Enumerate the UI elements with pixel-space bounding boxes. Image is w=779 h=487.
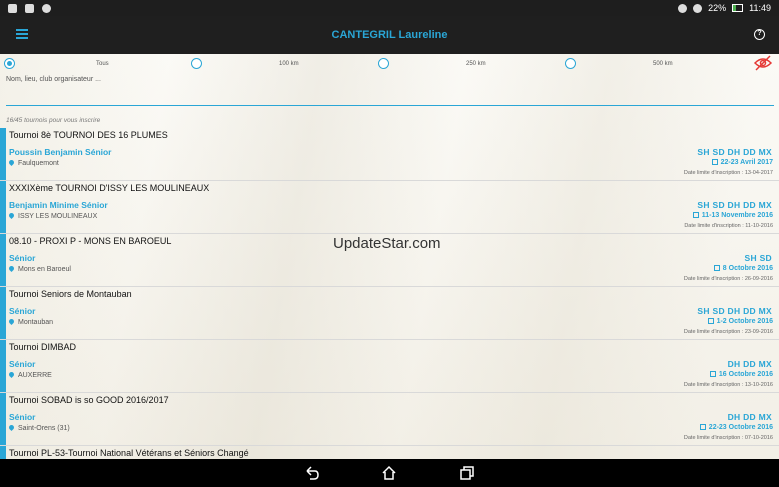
item-accent-bar [0, 393, 6, 445]
battery-percent: 22% [708, 3, 727, 13]
item-accent-bar [0, 340, 6, 392]
location-icon [678, 3, 688, 13]
tournament-events: SH SD [744, 253, 772, 263]
tournament-events: DH DD MX [727, 359, 772, 369]
menu-icon[interactable] [16, 29, 28, 39]
registration-deadline: Date limite d'inscription : 07-10-2016 [683, 435, 773, 441]
list-item[interactable]: Tournoi SOBAD is so GOOD 2016/2017 Sénio… [0, 393, 779, 446]
radio-label-250km: 250 km [466, 61, 486, 67]
tournament-name: XXXIXème TOURNOI D'ISSY LES MOULINEAUX [9, 183, 210, 193]
tournament-name: Tournoi 8è TOURNOI DES 16 PLUMES [9, 130, 168, 140]
radio-250km[interactable] [378, 58, 389, 69]
tournament-categories: Sénior [9, 412, 36, 422]
status-bar: 22% 11:49 [0, 0, 779, 16]
location-pin-icon [7, 264, 16, 273]
registration-deadline: Date limite d'inscription : 13-04-2017 [683, 170, 773, 176]
tournament-categories: Sénior [9, 359, 36, 369]
calendar-icon [709, 371, 716, 377]
tournament-location: Mons en Baroeul [7, 264, 71, 273]
watermark: UpdateStar.com [333, 235, 441, 252]
result-count: 16/45 tournois pour vous inscrire [6, 117, 101, 124]
tournament-dates: 8 Octobre 2016 [713, 265, 773, 272]
tournament-location: ISSY LES MOULINEAUX [7, 211, 97, 220]
tournament-name: Tournoi DIMBAD [9, 342, 77, 352]
back-icon[interactable] [304, 465, 320, 481]
radio-tous[interactable] [4, 58, 15, 69]
photo-notification-icon [25, 3, 34, 13]
location-pin-icon [7, 211, 16, 220]
eye-off-icon[interactable] [753, 55, 773, 71]
page-title: CANTEGRIL Laureline [331, 29, 448, 41]
tournament-name: Tournoi PL-53-Tournoi National Vétérans … [9, 448, 249, 458]
tournament-categories: Benjamin Minime Sénior [9, 200, 108, 210]
tournament-list[interactable]: Tournoi 8è TOURNOI DES 16 PLUMES Poussin… [0, 128, 779, 459]
tournament-events: SH SD DH DD MX [697, 306, 772, 316]
battery-icon [732, 4, 744, 12]
system-nav-bar [0, 459, 779, 487]
location-pin-icon [7, 370, 16, 379]
help-icon[interactable]: ? [754, 29, 765, 40]
item-accent-bar [0, 181, 6, 233]
list-item[interactable]: Tournoi Seniors de Montauban Sénior Mont… [0, 287, 779, 340]
tournament-events: SH SD DH DD MX [697, 147, 772, 157]
location-pin-icon [7, 423, 16, 432]
wifi-icon [693, 3, 703, 13]
radio-label-100km: 100 km [279, 61, 299, 67]
radio-100km[interactable] [191, 58, 202, 69]
android-debug-icon [42, 3, 51, 13]
tournament-location: Montauban [7, 317, 53, 326]
registration-deadline: Date limite d'inscription : 11-10-2016 [684, 223, 773, 229]
calendar-icon [711, 159, 718, 165]
tournament-categories: Sénior [9, 253, 36, 263]
recents-icon[interactable] [459, 465, 475, 481]
radio-label-tous: Tous [96, 61, 109, 67]
clock: 11:49 [749, 3, 771, 13]
tournament-events: DH DD MX [727, 412, 772, 422]
tournament-location: AUXERRE [7, 370, 52, 379]
tournament-categories: Poussin Benjamin Sénior [9, 147, 112, 157]
registration-deadline: Date limite d'inscription : 13-10-2016 [683, 382, 773, 388]
item-accent-bar [0, 446, 6, 459]
registration-deadline: Date limite d'inscription : 23-09-2016 [683, 329, 773, 335]
list-item[interactable]: XXXIXème TOURNOI D'ISSY LES MOULINEAUX B… [0, 181, 779, 234]
search-placeholder: Nom, lieu, club organisateur ... [6, 76, 101, 83]
calendar-icon [699, 424, 706, 430]
image-notification-icon [8, 3, 17, 13]
calendar-icon [707, 318, 714, 324]
tournament-name: Tournoi SOBAD is so GOOD 2016/2017 [9, 395, 169, 405]
list-item[interactable]: Tournoi PL-53-Tournoi National Vétérans … [0, 446, 779, 459]
list-item[interactable]: Tournoi DIMBAD Sénior AUXERRE DH DD MX 1… [0, 340, 779, 393]
location-pin-icon [7, 158, 16, 167]
item-accent-bar [0, 234, 6, 286]
tournament-dates: 22-23 Octobre 2016 [699, 424, 773, 431]
tournament-events: SH SD DH DD MX [697, 200, 772, 210]
calendar-icon [713, 265, 720, 271]
radio-label-500km: 500 km [653, 61, 673, 67]
tournament-location: Faulquemont [7, 158, 59, 167]
tournament-name: Tournoi Seniors de Montauban [9, 289, 132, 299]
item-accent-bar [0, 287, 6, 339]
tournament-dates: 16 Octobre 2016 [709, 371, 773, 378]
app-bar: CANTEGRIL Laureline ? [0, 16, 779, 54]
home-icon[interactable] [381, 465, 397, 481]
tournament-location: Saint-Orens (31) [7, 423, 70, 432]
search-input[interactable]: Nom, lieu, club organisateur ... [6, 76, 774, 106]
calendar-icon [692, 212, 699, 218]
registration-deadline: Date limite d'inscription : 26-09-2016 [683, 276, 773, 282]
list-item[interactable]: Tournoi 8è TOURNOI DES 16 PLUMES Poussin… [0, 128, 779, 181]
tournament-categories: Sénior [9, 306, 36, 316]
tournament-dates: 11-13 Novembre 2016 [692, 212, 773, 219]
radio-500km[interactable] [565, 58, 576, 69]
tournament-dates: 22-23 Avril 2017 [711, 159, 773, 166]
item-accent-bar [0, 128, 6, 180]
location-pin-icon [7, 317, 16, 326]
distance-filter: Tous 100 km 250 km 500 km [0, 54, 779, 74]
tournament-name: 08.10 - PROXI P - MONS EN BAROEUL [9, 236, 172, 246]
tournament-dates: 1-2 Octobre 2016 [707, 318, 773, 325]
